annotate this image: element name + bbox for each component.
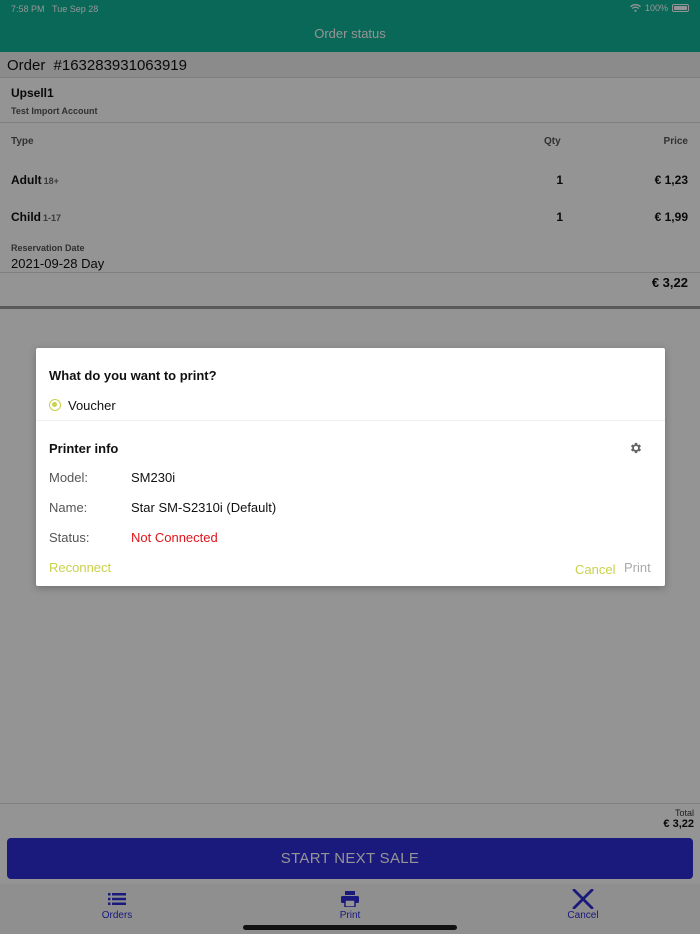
home-indicator [243,925,457,930]
printer-status-value: Not Connected [131,530,218,545]
printer-name-value: Star SM-S2310i (Default) [131,500,277,515]
voucher-radio[interactable] [49,399,61,411]
printer-status-label: Status: [49,530,90,545]
gear-icon[interactable] [629,441,643,455]
dialog-title: What do you want to print? [49,368,217,383]
cancel-button[interactable]: Cancel [575,562,615,577]
printer-model-label: Model: [49,470,89,485]
print-dialog: What do you want to print? Voucher Print… [36,348,665,586]
reconnect-button[interactable]: Reconnect [49,560,111,575]
voucher-option-label[interactable]: Voucher [68,398,116,413]
printer-name-label: Name: [49,500,88,515]
printer-model-value: SM230i [131,470,176,485]
print-button[interactable]: Print [624,560,651,575]
printer-info-title: Printer info [49,441,119,456]
divider [36,420,665,421]
